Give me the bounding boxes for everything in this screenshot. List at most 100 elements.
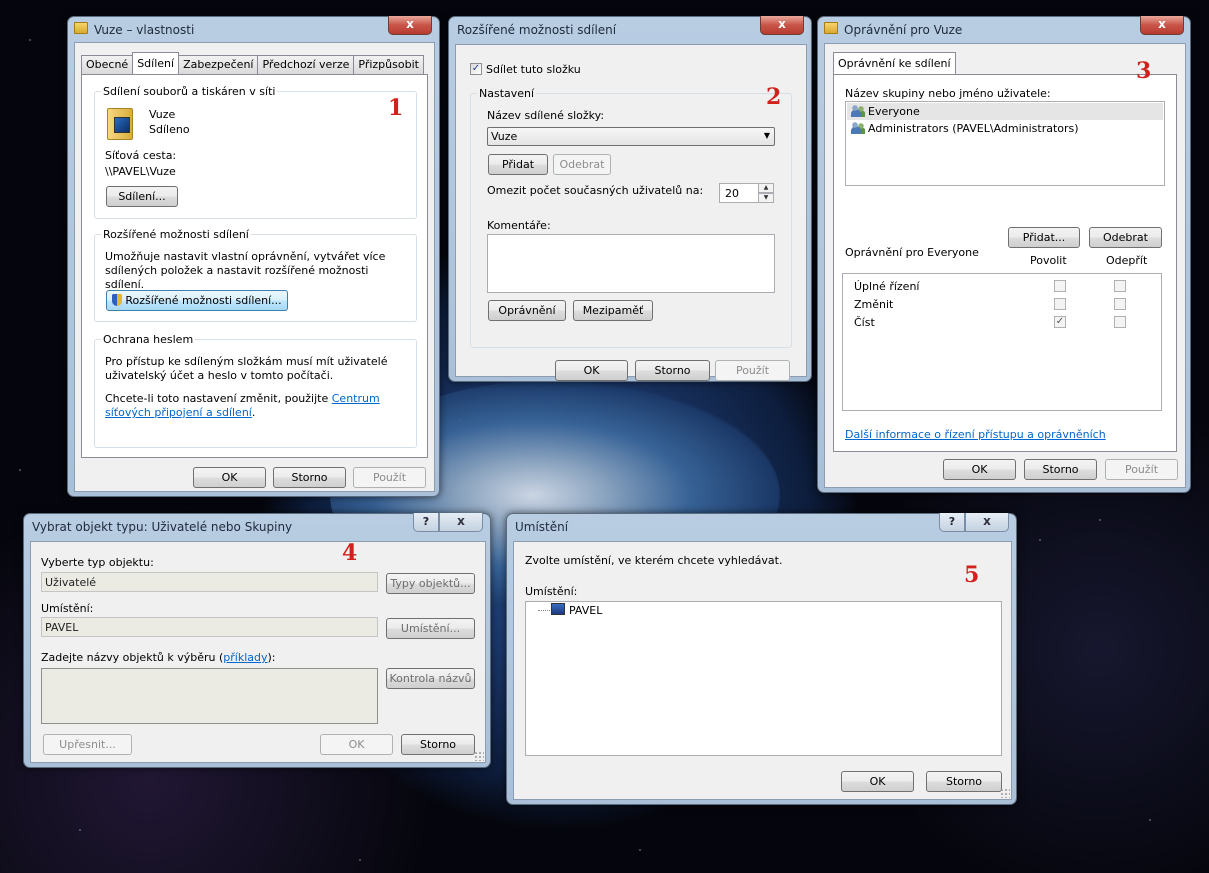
share-folder-checkbox[interactable]: ✓ [470,63,482,75]
share-folder-label[interactable]: Sdílet tuto složku [486,63,581,76]
cancel-button[interactable]: Storno [1024,459,1097,480]
window-title: Umístění [515,520,569,534]
spin-up-button[interactable]: ▲ [758,183,774,193]
advanced-sharing-group: Rozšířené možnosti sdílení Umožňuje nast… [94,228,417,322]
user-limit-input[interactable]: 20 [719,183,759,203]
share-name-value: Vuze [491,130,518,143]
title-bar[interactable]: Umístění ? x [507,513,1016,538]
tab-security[interactable]: Zabezpečení [178,55,259,74]
permissions-window: Oprávnění pro Vuze x Oprávnění ke sdílen… [817,16,1191,493]
close-button[interactable]: x [388,16,432,35]
user-name: Administrators (PAVEL\Administrators) [868,122,1079,135]
tab-general[interactable]: Obecné [81,55,134,74]
title-bar[interactable]: Oprávnění pro Vuze x [818,16,1190,41]
deny-read-checkbox[interactable] [1114,316,1126,328]
allow-read-checkbox[interactable]: ✓ [1054,316,1066,328]
change-settings-dot: . [251,406,256,419]
user-limit-label: Omezit počet současných uživatelů na: [487,184,704,197]
tab-previous-versions[interactable]: Předchozí verze [257,55,355,74]
object-names-prefix: Zadejte názvy objektů k výběru ( [41,651,224,664]
add-user-button[interactable]: Přidat... [1008,227,1080,248]
share-name-dropdown[interactable]: Vuze ▼ [487,127,775,146]
window-title: Vybrat objekt typu: Uživatelé nebo Skupi… [32,520,293,534]
vuze-properties-window: Vuze – vlastnosti x Obecné Sdílení Zabez… [67,16,440,497]
annotation-number-3: 3 [1136,58,1152,84]
comment-label: Komentáře: [487,219,551,232]
deny-change-checkbox[interactable] [1114,298,1126,310]
close-button[interactable]: x [965,513,1009,532]
window-client-area: ✓ Sdílet tuto složku Nastavení Název sdí… [455,44,807,381]
window-client-area: Obecné Sdílení Zabezpečení Předchozí ver… [74,42,435,492]
advanced-button[interactable]: Upřesnit... [43,734,132,755]
locations-tree[interactable]: PAVEL [525,601,1002,756]
advanced-sharing-button[interactable]: Rozšířené možnosti sdílení... [106,290,288,311]
permissions-list: Úplné řízení Změnit Číst ✓ [842,273,1162,411]
title-bar[interactable]: Vybrat objekt typu: Uživatelé nebo Skupi… [24,513,490,538]
allow-full-control-checkbox[interactable] [1054,280,1066,292]
tab-share-permissions[interactable]: Oprávnění ke sdílení [833,52,956,74]
computer-icon [551,603,565,615]
spin-down-button[interactable]: ▼ [758,193,774,203]
close-button[interactable]: x [760,16,804,35]
cancel-button[interactable]: Storno [635,360,710,381]
ok-button[interactable]: OK [943,459,1016,480]
group-label: Rozšířené možnosti sdílení [101,228,251,241]
tree-item-pavel[interactable]: PAVEL [569,604,602,617]
cancel-button[interactable]: Storno [401,734,475,755]
help-button[interactable]: ? [413,513,439,532]
share-button[interactable]: Sdílení... [106,186,178,207]
cancel-button[interactable]: Storno [273,467,346,488]
add-share-button[interactable]: Přidat [488,154,548,175]
users-list[interactable]: Everyone Administrators (PAVEL\Administr… [845,101,1165,186]
caching-button[interactable]: Mezipaměť [573,300,653,321]
remove-share-button[interactable]: Odebrat [553,154,611,175]
users-icon [851,122,865,134]
apply-button[interactable]: Použít [1105,459,1178,480]
ok-button[interactable]: OK [555,360,628,381]
change-settings-prefix: Chcete-li toto nastavení změnit, použijt… [105,392,329,405]
resize-grip[interactable] [1000,788,1010,798]
apply-button[interactable]: Použít [715,360,790,381]
tab-strip: Obecné Sdílení Zabezpečení Předchozí ver… [81,52,424,74]
group-label: Sdílení souborů a tiskáren v síti [101,85,278,98]
close-button[interactable]: x [1140,16,1184,35]
cancel-button[interactable]: Storno [926,771,1002,792]
object-names-textarea[interactable] [41,668,378,724]
access-control-help-link[interactable]: Další informace o řízení přístupu a oprá… [845,428,1106,441]
list-item-everyone[interactable]: Everyone [847,103,1163,120]
object-names-suffix: ): [267,651,276,664]
object-types-button[interactable]: Typy objektů... [386,573,475,594]
share-permissions-page: Název skupiny nebo jméno uživatele: Ever… [833,74,1177,452]
close-button[interactable]: x [439,513,483,532]
help-button[interactable]: ? [939,513,965,532]
permissions-for-label: Oprávnění pro Everyone [845,246,979,259]
title-bar[interactable]: Rozšířené možnosti sdílení x [449,16,811,41]
folder-name: Vuze [149,108,176,121]
check-names-button[interactable]: Kontrola názvů [386,668,475,689]
shared-folder-icon [107,108,133,140]
remove-user-button[interactable]: Odebrat [1089,227,1162,248]
advanced-sharing-description: Umožňuje nastavit vlastní oprávnění, vyt… [105,250,386,291]
window-client-area: Oprávnění ke sdílení Název skupiny nebo … [824,43,1186,488]
locations-button[interactable]: Umístění... [386,618,475,639]
title-bar[interactable]: Vuze – vlastnosti x [68,16,439,41]
deny-full-control-checkbox[interactable] [1114,280,1126,292]
examples-link[interactable]: příklady [223,651,267,664]
resize-grip[interactable] [474,751,484,761]
ok-button[interactable]: OK [841,771,914,792]
perm-read-label: Číst [854,316,875,329]
tab-sharing[interactable]: Sdílení [132,52,180,74]
tab-customize[interactable]: Přizpůsobit [353,55,424,74]
apply-button[interactable]: Použít [353,467,426,488]
tree-connector [538,610,552,611]
ok-button[interactable]: OK [193,467,266,488]
list-item-administrators[interactable]: Administrators (PAVEL\Administrators) [847,120,1083,137]
comment-textarea[interactable] [487,234,775,293]
location-label: Umístění: [41,602,94,615]
allow-change-checkbox[interactable] [1054,298,1066,310]
shield-icon [112,294,123,306]
ok-button[interactable]: OK [320,734,393,755]
settings-group: Nastavení Název sdílené složky: Vuze ▼ P… [470,87,792,348]
permissions-button[interactable]: Oprávnění [488,300,566,321]
window-title: Rozšířené možnosti sdílení [457,23,617,37]
